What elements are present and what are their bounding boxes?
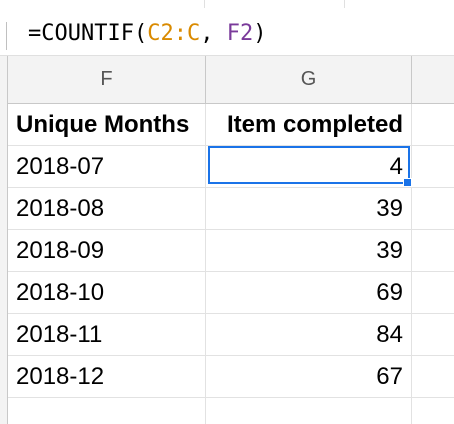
table-row: 2018-10 69 xyxy=(8,272,454,314)
cell-f1[interactable]: Unique Months xyxy=(8,104,206,146)
cell-f3[interactable]: 2018-08 xyxy=(8,188,206,230)
formula-token-separator: , xyxy=(200,21,227,46)
table-row: 2018-09 39 xyxy=(8,230,454,272)
formula-token-range: C2:C xyxy=(147,21,201,46)
table-header-row: Unique Months Item completed xyxy=(8,104,454,146)
cell-empty[interactable] xyxy=(412,398,454,424)
table-row xyxy=(8,398,454,424)
formula-bar-edge xyxy=(6,22,7,50)
cell-empty[interactable] xyxy=(412,188,454,230)
cell-f4[interactable]: 2018-09 xyxy=(8,230,206,272)
cell-g7[interactable]: 67 xyxy=(206,356,412,398)
formula-input[interactable]: =COUNTIF(C2:C, F2) xyxy=(28,16,266,52)
cell-g3[interactable]: 39 xyxy=(206,188,412,230)
cell-f5[interactable]: 2018-10 xyxy=(8,272,206,314)
sheet-grid[interactable]: F G Unique Months Item completed 2018-07… xyxy=(0,56,454,424)
cell-g6[interactable]: 84 xyxy=(206,314,412,356)
cell-g5[interactable]: 69 xyxy=(206,272,412,314)
table-row: 2018-08 39 xyxy=(8,188,454,230)
cell-f8[interactable] xyxy=(8,398,206,424)
cell-empty[interactable] xyxy=(412,146,454,188)
cell-g8[interactable] xyxy=(206,398,412,424)
formula-token-criteria: F2 xyxy=(226,21,254,46)
spreadsheet-window: =COUNTIF(C2:C, F2) F G Unique Months Ite… xyxy=(0,0,454,424)
row-header-gutter xyxy=(0,56,8,424)
formula-token-function: =COUNTIF( xyxy=(28,21,148,46)
cell-f2[interactable]: 2018-07 xyxy=(8,146,206,188)
cell-f6[interactable]: 2018-11 xyxy=(8,314,206,356)
formula-bar-divider xyxy=(344,0,345,8)
cell-g1[interactable]: Item completed xyxy=(206,104,412,146)
column-header-next[interactable] xyxy=(412,56,454,104)
fill-handle[interactable] xyxy=(403,178,412,187)
cell-empty[interactable] xyxy=(412,104,454,146)
cell-empty[interactable] xyxy=(412,356,454,398)
active-cell-selection[interactable] xyxy=(208,146,410,184)
formula-bar[interactable]: =COUNTIF(C2:C, F2) xyxy=(0,0,454,56)
cell-empty[interactable] xyxy=(412,314,454,356)
formula-token-close: ) xyxy=(253,21,267,46)
table-row: 2018-11 84 xyxy=(8,314,454,356)
column-header-f[interactable]: F xyxy=(8,56,206,104)
cell-empty[interactable] xyxy=(412,272,454,314)
cell-g4[interactable]: 39 xyxy=(206,230,412,272)
cell-empty[interactable] xyxy=(412,230,454,272)
cell-f7[interactable]: 2018-12 xyxy=(8,356,206,398)
formula-bar-divider xyxy=(204,0,205,8)
column-header-g[interactable]: G xyxy=(206,56,412,104)
table-row: 2018-12 67 xyxy=(8,356,454,398)
